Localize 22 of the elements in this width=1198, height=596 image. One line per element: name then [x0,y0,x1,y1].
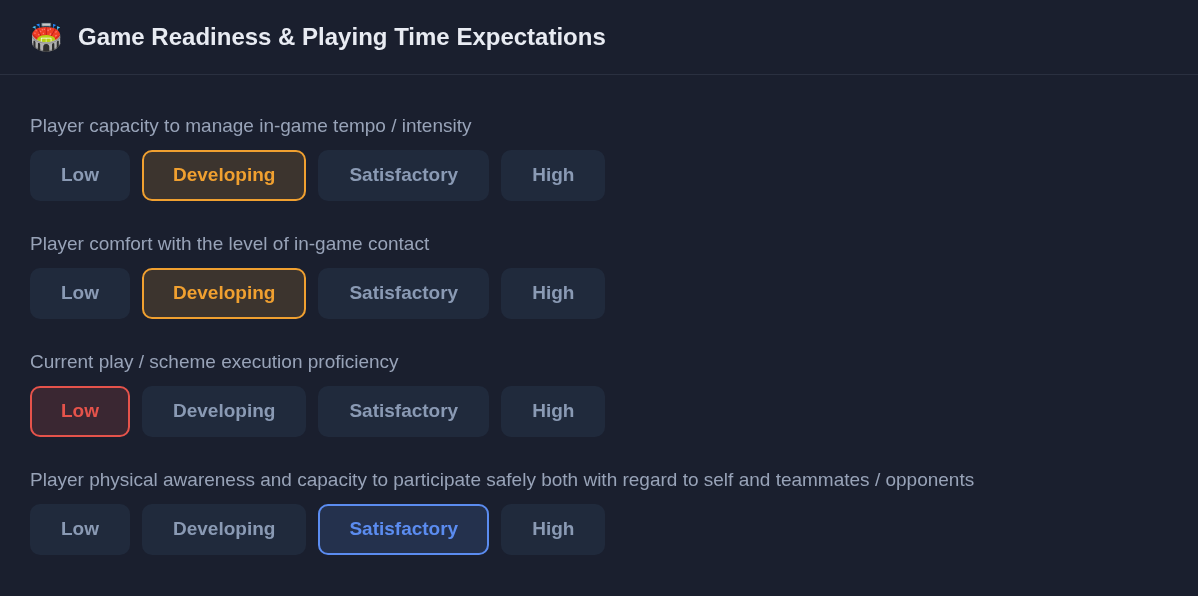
question-label: Current play / scheme execution proficiency [30,350,400,374]
rating-option[interactable]: High [501,504,606,555]
rating-option[interactable]: Satisfactory [318,504,490,555]
rating-option[interactable]: Satisfactory [318,268,490,319]
question-label: Player physical awareness and capacity to participate safely both with regard to self and teammates / opponents [30,468,976,492]
rating-option[interactable]: Low [30,268,130,319]
rating-option[interactable]: Developing [142,386,307,437]
section-title: Game Readiness & Playing Time Expectations [78,22,606,52]
question-label: Player capacity to manage in-game tempo / intensity [30,114,473,138]
rating-option[interactable]: Satisfactory [318,150,490,201]
stadium-icon: 🏟 [30,24,62,50]
rating-option[interactable]: Satisfactory [318,386,490,437]
question-label: Player comfort with the level of in-game contact [30,232,431,256]
rating-option[interactable]: Developing [142,150,307,201]
rating-option[interactable]: Low [30,386,130,437]
rating-option[interactable]: High [501,268,606,319]
rating-option[interactable]: High [501,150,606,201]
rating-option[interactable]: Low [30,504,130,555]
rating-option[interactable]: High [501,386,606,437]
rating-option[interactable]: Developing [142,268,307,319]
rating-option[interactable]: Low [30,150,130,201]
rating-option[interactable]: Developing [142,504,307,555]
